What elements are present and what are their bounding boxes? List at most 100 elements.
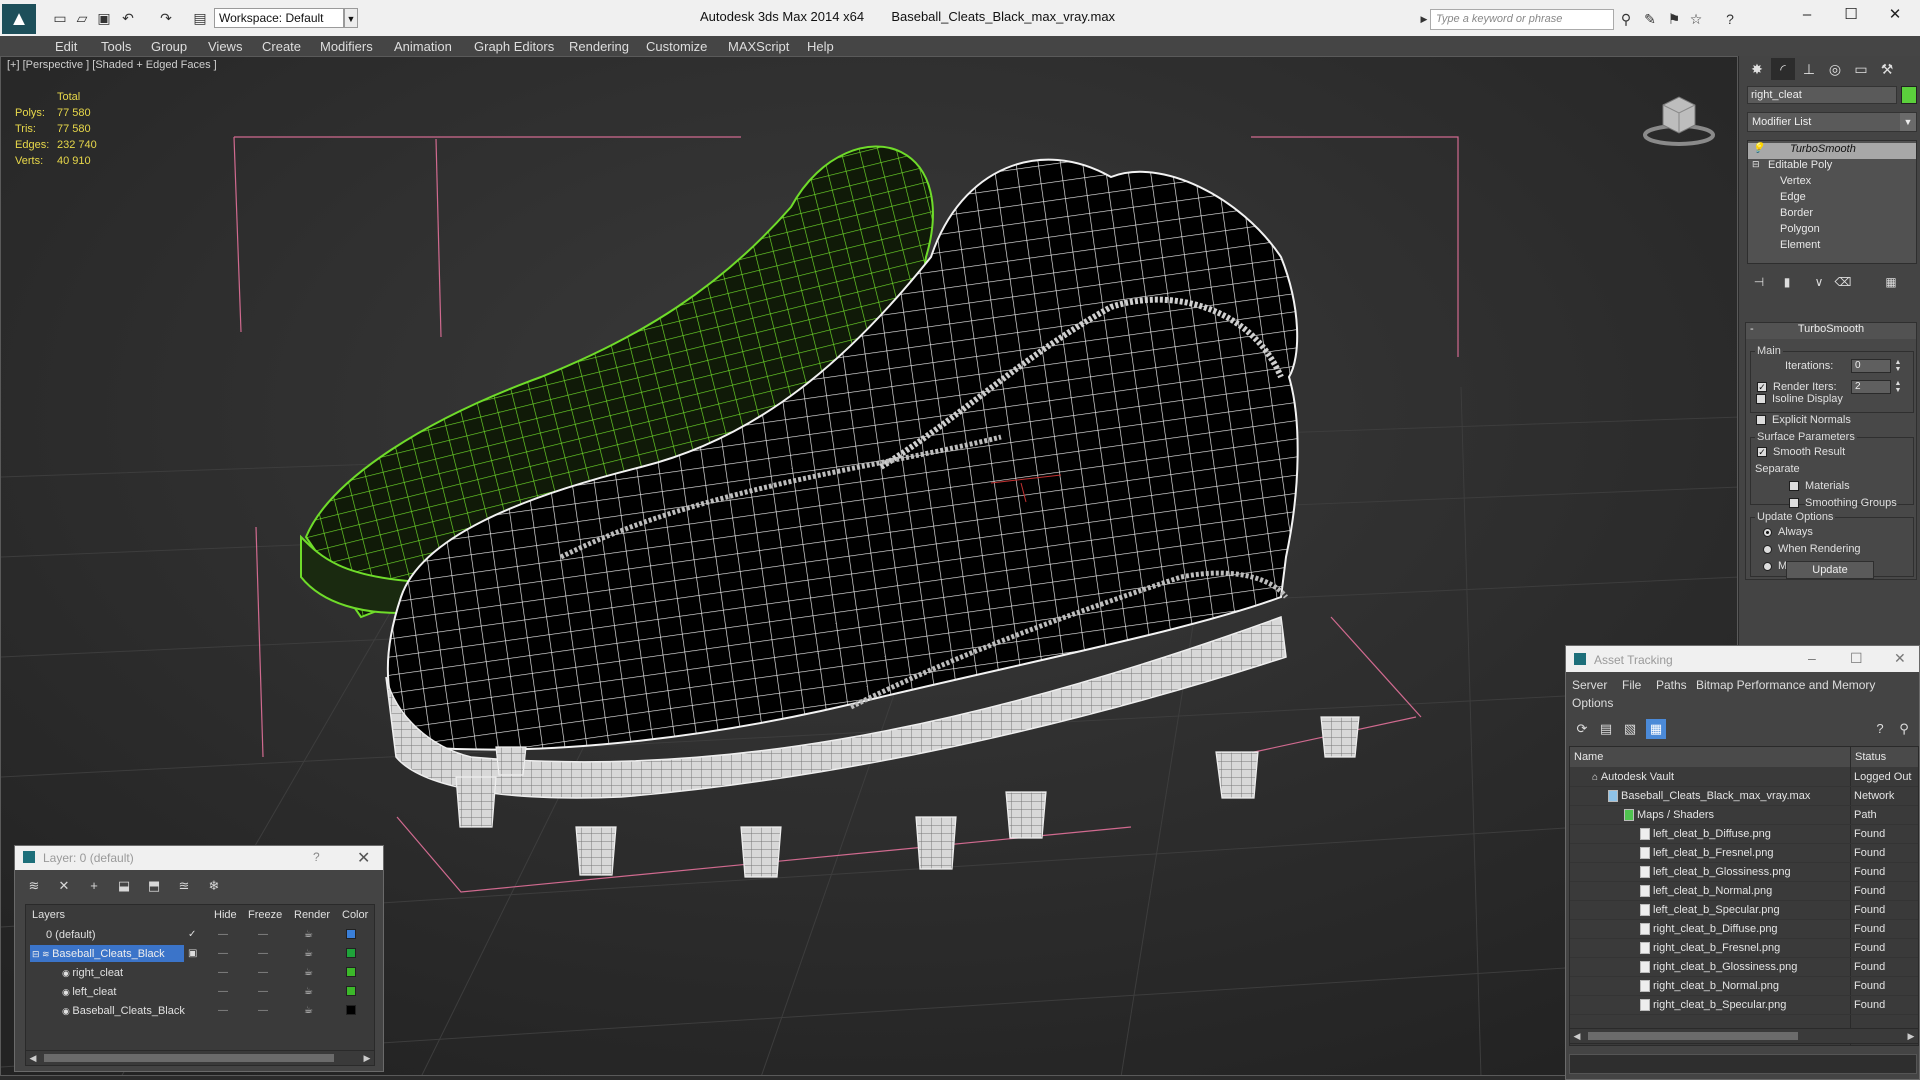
smoothing-groups-checkbox[interactable]: Smoothing Groups xyxy=(1789,497,1897,509)
layer-color-swatch[interactable] xyxy=(346,929,356,939)
scrollbar-thumb[interactable] xyxy=(1588,1032,1798,1040)
render-iters-checkbox[interactable]: ✓ Render Iters: xyxy=(1757,381,1837,393)
asset-row[interactable]: Maps / Shaders xyxy=(1570,806,1918,825)
layer-row[interactable]: ⊟ ≋ Baseball_Cleats_Black ▣ — — ☕ xyxy=(26,944,374,963)
asset-row[interactable]: ⌂ Autodesk Vault Logged Out xyxy=(1570,768,1918,787)
teapot-render-icon[interactable]: ☕ xyxy=(304,963,313,982)
iterations-spinner-arrows-icon[interactable]: ▲ ▼ xyxy=(1893,359,1903,373)
object-name-field[interactable]: right_cleat xyxy=(1747,86,1897,104)
asset-menu-options[interactable]: Options xyxy=(1572,696,1613,710)
save-file-icon[interactable]: ▣ xyxy=(94,7,114,29)
asset-row[interactable]: right_cleat_b_Normal.png Found xyxy=(1570,977,1918,996)
subscription-icon[interactable]: ✎ xyxy=(1640,9,1660,29)
menu-graph-editors[interactable]: Graph Editors xyxy=(474,39,554,54)
menu-rendering[interactable]: Rendering xyxy=(569,39,629,54)
stack-item-edge[interactable]: Edge xyxy=(1748,191,1916,207)
menu-modifiers[interactable]: Modifiers xyxy=(320,39,373,54)
layer-row[interactable]: 0 (default) ✓ — — ☕ xyxy=(26,925,374,944)
asset-row[interactable]: left_cleat_b_Glossiness.png Found xyxy=(1570,863,1918,882)
maximize-icon[interactable]: ☐ xyxy=(1850,650,1863,667)
column-layers[interactable]: Layers xyxy=(32,905,65,925)
workspace-dropdown-arrow-icon[interactable]: ▼ xyxy=(344,8,358,28)
column-hide[interactable]: Hide xyxy=(214,905,237,925)
refresh-icon[interactable]: ⟳ xyxy=(1572,719,1592,739)
open-file-icon[interactable]: ▱ xyxy=(72,7,92,29)
menu-help[interactable]: Help xyxy=(807,39,834,54)
column-status[interactable]: Status xyxy=(1851,747,1918,767)
select-highlighted-icon[interactable]: ⬓ xyxy=(113,876,135,896)
redo-icon[interactable]: ↷ xyxy=(156,7,176,29)
favorites-star-icon[interactable]: ☆ xyxy=(1686,9,1706,29)
menu-create[interactable]: Create xyxy=(262,39,301,54)
stack-item-element[interactable]: Element xyxy=(1748,239,1916,255)
teapot-render-icon[interactable]: ☕ xyxy=(304,925,313,944)
lightbulb-icon[interactable]: 💡 xyxy=(1752,143,1764,154)
teapot-render-icon[interactable]: ☕ xyxy=(304,944,313,963)
modifier-list-dropdown[interactable]: Modifier List ▼ xyxy=(1747,112,1917,132)
menu-group[interactable]: Group xyxy=(151,39,187,54)
when-rendering-radio[interactable]: When Rendering xyxy=(1763,543,1861,555)
utilities-tab-hammer-icon[interactable]: ⚒ xyxy=(1875,58,1899,80)
maximize-icon[interactable]: ☐ xyxy=(1836,4,1866,26)
create-layer-icon[interactable]: ≋ xyxy=(23,876,45,896)
active-layer-check-icon[interactable]: ✓ xyxy=(188,925,196,944)
asset-row[interactable]: left_cleat_b_Fresnel.png Found xyxy=(1570,844,1918,863)
scroll-left-icon[interactable]: ◀ xyxy=(1570,1029,1584,1043)
pin-icon[interactable]: ⚲ xyxy=(1894,719,1914,739)
asset-row[interactable]: left_cleat_b_Specular.png Found xyxy=(1570,901,1918,920)
stack-item-turbosmooth[interactable]: 💡 TurboSmooth xyxy=(1748,143,1916,159)
scroll-right-icon[interactable]: ▶ xyxy=(1904,1029,1918,1043)
viewport-label[interactable]: [+] [Perspective ] [Shaded + Edged Faces… xyxy=(7,59,217,71)
create-tab-sun-icon[interactable]: ✸ xyxy=(1745,58,1769,80)
modify-tab-icon[interactable]: ◜ xyxy=(1771,58,1795,80)
render-iters-spinner[interactable]: 2 xyxy=(1851,380,1891,394)
materials-checkbox[interactable]: Materials xyxy=(1789,480,1850,492)
hide-unhide-all-icon[interactable]: ≊ xyxy=(173,876,195,896)
teapot-render-icon[interactable]: ☕ xyxy=(304,982,313,1001)
asset-window-titlebar[interactable]: Asset Tracking – ☐ ✕ xyxy=(1566,646,1919,672)
column-render[interactable]: Render xyxy=(294,905,330,925)
menu-tools[interactable]: Tools xyxy=(101,39,131,54)
show-end-result-icon[interactable]: ▮ xyxy=(1777,272,1797,292)
menu-customize[interactable]: Customize xyxy=(646,39,707,54)
render-iters-spinner-arrows-icon[interactable]: ▲ ▼ xyxy=(1893,380,1903,394)
asset-menu-bitmap-performance[interactable]: Bitmap Performance and Memory xyxy=(1696,678,1875,692)
display-tab-icon[interactable]: ▭ xyxy=(1849,58,1873,80)
asset-row[interactable]: right_cleat_b_Fresnel.png Found xyxy=(1570,939,1918,958)
layer-row[interactable]: ◉ right_cleat — — ☕ xyxy=(26,963,374,982)
configure-sets-icon[interactable]: ▦ xyxy=(1881,272,1901,292)
stack-item-vertex[interactable]: Vertex xyxy=(1748,175,1916,191)
asset-row[interactable]: right_cleat_b_Specular.png Found xyxy=(1570,996,1918,1015)
column-name[interactable]: Name xyxy=(1570,747,1850,767)
stack-item-border[interactable]: Border xyxy=(1748,207,1916,223)
thumbnail-view-icon[interactable]: ▧ xyxy=(1620,719,1640,739)
layer-color-swatch[interactable] xyxy=(346,948,356,958)
update-button[interactable]: Update xyxy=(1786,561,1874,579)
menu-edit[interactable]: Edit xyxy=(55,39,77,54)
explicit-normals-checkbox[interactable]: Explicit Normals xyxy=(1756,414,1851,426)
undo-icon[interactable]: ↶ xyxy=(118,7,138,29)
remove-modifier-icon[interactable]: ⌫ xyxy=(1833,272,1853,292)
minimize-icon[interactable]: – xyxy=(1792,4,1822,26)
menu-views[interactable]: Views xyxy=(208,39,242,54)
layer-horizontal-scrollbar[interactable]: ◀ ▶ xyxy=(25,1050,375,1066)
scroll-left-icon[interactable]: ◀ xyxy=(26,1051,40,1065)
teapot-render-icon[interactable]: ☕ xyxy=(304,1001,313,1020)
asset-row[interactable]: left_cleat_b_Diffuse.png Found xyxy=(1570,825,1918,844)
motion-tab-icon[interactable]: ◎ xyxy=(1823,58,1847,80)
add-to-layer-icon[interactable]: + xyxy=(83,876,105,896)
close-icon[interactable]: ✕ xyxy=(1894,650,1906,667)
make-unique-icon[interactable]: ∨ xyxy=(1809,272,1829,292)
delete-layer-icon[interactable]: ✕ xyxy=(53,876,75,896)
help-icon[interactable]: ? xyxy=(313,850,320,864)
communication-icon[interactable]: ⚑ xyxy=(1664,9,1684,29)
scroll-right-icon[interactable]: ▶ xyxy=(360,1051,374,1065)
asset-menu-file[interactable]: File xyxy=(1622,678,1641,692)
iterations-spinner[interactable]: 0 xyxy=(1851,359,1891,373)
asset-row[interactable]: right_cleat_b_Diffuse.png Found xyxy=(1570,920,1918,939)
asset-menu-paths[interactable]: Paths xyxy=(1656,678,1687,692)
asset-row[interactable]: Baseball_Cleats_Black_max_vray.max Netwo… xyxy=(1570,787,1918,821)
smooth-result-checkbox[interactable]: ✓ Smooth Result xyxy=(1757,446,1845,458)
viewcube-icon[interactable] xyxy=(1641,91,1717,147)
turbosmooth-rollout-header[interactable]: - TurboSmooth xyxy=(1746,323,1916,339)
